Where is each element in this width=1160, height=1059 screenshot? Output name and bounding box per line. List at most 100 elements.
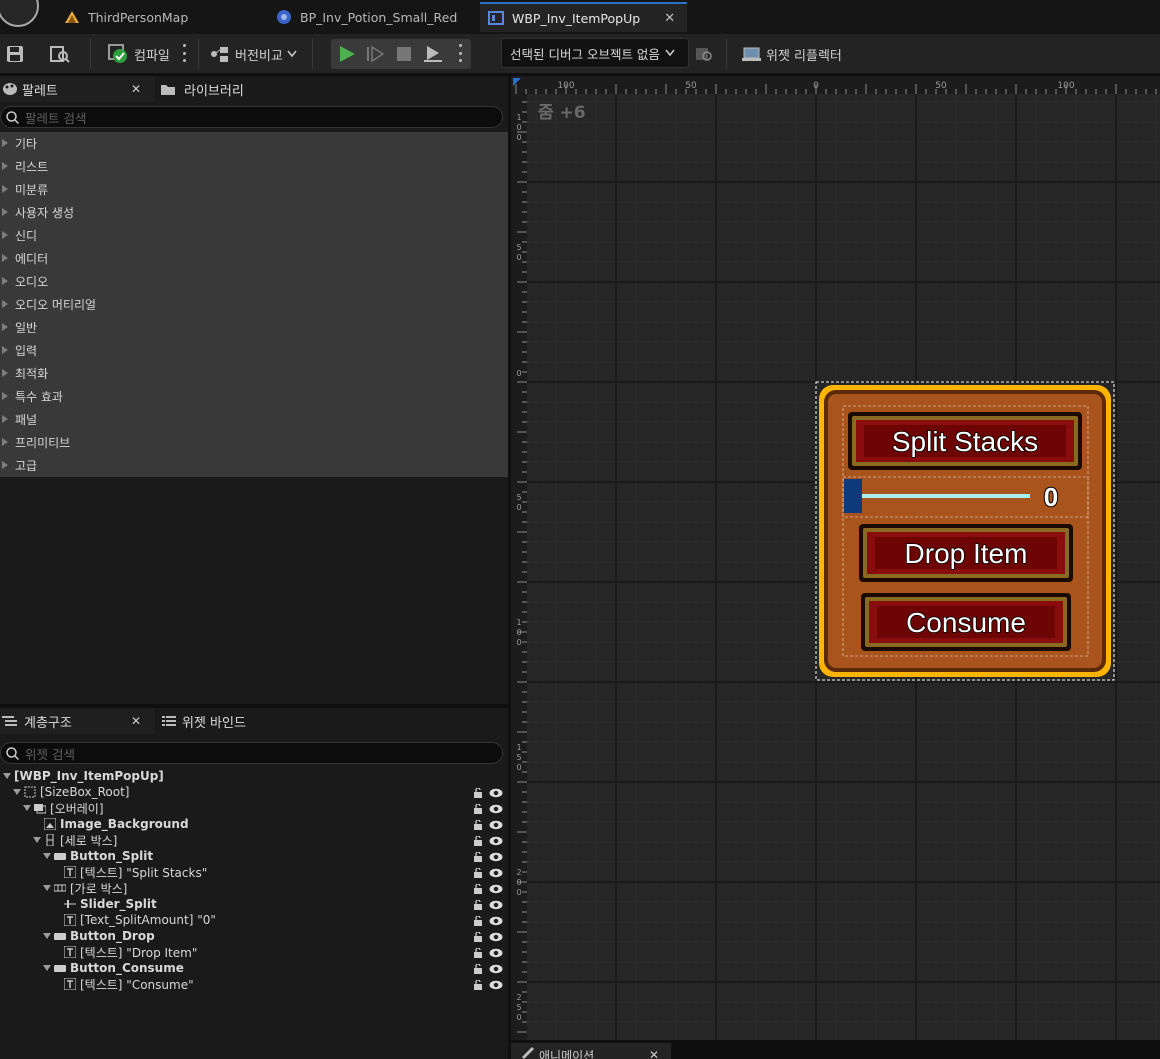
hierarchy-search-input[interactable]: 위젯 검색 [0, 742, 503, 764]
palette-category[interactable]: 에디터 [0, 247, 508, 269]
tab-bp-inv-potion[interactable]: BP_Inv_Potion_Small_Red [268, 2, 474, 32]
expand-arrow-icon[interactable] [2, 300, 8, 308]
visibility-eye-icon[interactable] [489, 787, 503, 798]
visibility-eye-icon[interactable] [489, 963, 503, 974]
visibility-eye-icon[interactable] [489, 851, 503, 862]
expand-arrow-icon[interactable] [2, 323, 8, 331]
tab-animations[interactable]: 애니메이션 ✕ [511, 1043, 671, 1059]
palette-search-input[interactable]: 팔레트 검색 [0, 106, 503, 128]
tree-row[interactable]: [텍스트] "Consume" [0, 976, 508, 992]
lock-icon[interactable] [473, 883, 483, 894]
tree-row[interactable]: [SizeBox_Root] [0, 784, 508, 800]
eject-button[interactable] [423, 39, 443, 69]
lock-icon[interactable] [473, 947, 483, 958]
tree-row[interactable]: [WBP_Inv_ItemPopUp] [0, 768, 508, 784]
tree-row[interactable]: Button_Drop [0, 928, 508, 944]
debug-object-dropdown[interactable]: 선택된 디버그 오브젝트 없음 [501, 38, 689, 68]
expand-arrow-icon[interactable] [2, 346, 8, 354]
expand-arrow-icon[interactable] [2, 139, 8, 147]
tree-row[interactable]: Button_Split [0, 848, 508, 864]
tree-row[interactable]: Button_Consume [0, 960, 508, 976]
expand-arrow-icon[interactable] [2, 369, 8, 377]
expand-arrow-icon[interactable] [3, 773, 11, 779]
tab-widget-bindings[interactable]: 위젯 바인드 [162, 708, 246, 734]
lock-icon[interactable] [473, 963, 483, 974]
lock-icon[interactable] [473, 899, 483, 910]
widget-reflector-button[interactable]: 위젯 리플렉터 [742, 39, 842, 69]
expand-arrow-icon[interactable] [43, 853, 51, 859]
expand-arrow-icon[interactable] [43, 933, 51, 939]
expand-arrow-icon[interactable] [2, 231, 8, 239]
palette-category[interactable]: 오디오 머티리얼 [0, 293, 508, 315]
visibility-eye-icon[interactable] [489, 979, 503, 990]
lock-icon[interactable] [473, 867, 483, 878]
expand-arrow-icon[interactable] [2, 277, 8, 285]
close-icon[interactable]: ✕ [131, 82, 141, 96]
designer-canvas[interactable]: 100 50 0 50 100 1 0 0 5 0 0 5 0 1 0 0 1 5 0 2 0 0 2 5 0 줌 +6 Split… [511, 76, 1160, 1040]
visibility-eye-icon[interactable] [489, 915, 503, 926]
tab-third-person-map[interactable]: ThirdPersonMap [56, 2, 262, 32]
lock-icon[interactable] [473, 979, 483, 990]
expand-arrow-icon[interactable] [43, 965, 51, 971]
palette-category[interactable]: 특수 효과 [0, 385, 508, 407]
expand-arrow-icon[interactable] [2, 461, 8, 469]
compile-options-icon[interactable] [182, 44, 186, 62]
tab-hierarchy[interactable]: 계층구조 ✕ [0, 708, 155, 734]
visibility-eye-icon[interactable] [489, 899, 503, 910]
palette-category[interactable]: 입력 [0, 339, 508, 361]
expand-arrow-icon[interactable] [2, 254, 8, 262]
expand-arrow-icon[interactable] [2, 415, 8, 423]
diff-button[interactable]: 버전비교 [210, 39, 298, 69]
visibility-eye-icon[interactable] [489, 931, 503, 942]
unreal-logo-icon[interactable] [0, 0, 40, 28]
palette-category[interactable]: 고급 [0, 454, 508, 476]
tab-wbp-inv-item-popup[interactable]: WBP_Inv_ItemPopUp ✕ [480, 2, 687, 32]
close-icon[interactable]: ✕ [664, 11, 675, 26]
step-button[interactable] [366, 39, 384, 69]
save-button[interactable] [6, 39, 26, 69]
palette-category[interactable]: 일반 [0, 316, 508, 338]
lock-icon[interactable] [473, 803, 483, 814]
compile-button[interactable]: 컴파일 [108, 39, 170, 69]
tree-row[interactable]: [세로 박스] [0, 832, 508, 848]
tree-row[interactable]: [텍스트] "Drop Item" [0, 944, 508, 960]
lock-icon[interactable] [473, 915, 483, 926]
palette-category[interactable]: 미분류 [0, 178, 508, 200]
tree-row[interactable]: [Text_SplitAmount] "0" [0, 912, 508, 928]
stop-button[interactable] [396, 39, 412, 69]
visibility-eye-icon[interactable] [489, 883, 503, 894]
expand-arrow-icon[interactable] [13, 789, 21, 795]
visibility-eye-icon[interactable] [489, 835, 503, 846]
close-icon[interactable]: ✕ [131, 714, 141, 728]
close-icon[interactable]: ✕ [649, 1048, 659, 1059]
palette-category[interactable]: 패널 [0, 408, 508, 430]
split-slider-track[interactable] [862, 494, 1030, 498]
lock-icon[interactable] [473, 787, 483, 798]
tree-row[interactable]: Image_Background [0, 816, 508, 832]
expand-arrow-icon[interactable] [23, 805, 31, 811]
tree-row[interactable]: Slider_Split [0, 896, 508, 912]
lock-icon[interactable] [473, 819, 483, 830]
debug-find-button[interactable] [695, 39, 713, 69]
lock-icon[interactable] [473, 931, 483, 942]
visibility-eye-icon[interactable] [489, 819, 503, 830]
visibility-eye-icon[interactable] [489, 803, 503, 814]
expand-arrow-icon[interactable] [33, 837, 41, 843]
lock-icon[interactable] [473, 835, 483, 846]
palette-category[interactable]: 리스트 [0, 155, 508, 177]
tree-row[interactable]: [가로 박스] [0, 880, 508, 896]
tree-row[interactable]: [오버레이] [0, 800, 508, 816]
expand-arrow-icon[interactable] [2, 208, 8, 216]
expand-arrow-icon[interactable] [2, 162, 8, 170]
palette-category[interactable]: 사용자 생성 [0, 201, 508, 223]
visibility-eye-icon[interactable] [489, 867, 503, 878]
play-options-icon[interactable] [458, 44, 462, 62]
palette-category[interactable]: 최적화 [0, 362, 508, 384]
palette-category[interactable]: 프리미티브 [0, 431, 508, 453]
tree-row[interactable]: [텍스트] "Split Stacks" [0, 864, 508, 880]
palette-category[interactable]: 기타 [0, 132, 508, 154]
designer-viewport[interactable]: 100 50 0 50 100 1 0 0 5 0 0 5 0 1 0 0 1 5 0 2 0 0 2 5 0 줌 +6 Split… [511, 76, 1160, 1040]
expand-arrow-icon[interactable] [2, 185, 8, 193]
tab-library[interactable]: 라이브러리 [160, 76, 244, 102]
expand-arrow-icon[interactable] [2, 392, 8, 400]
